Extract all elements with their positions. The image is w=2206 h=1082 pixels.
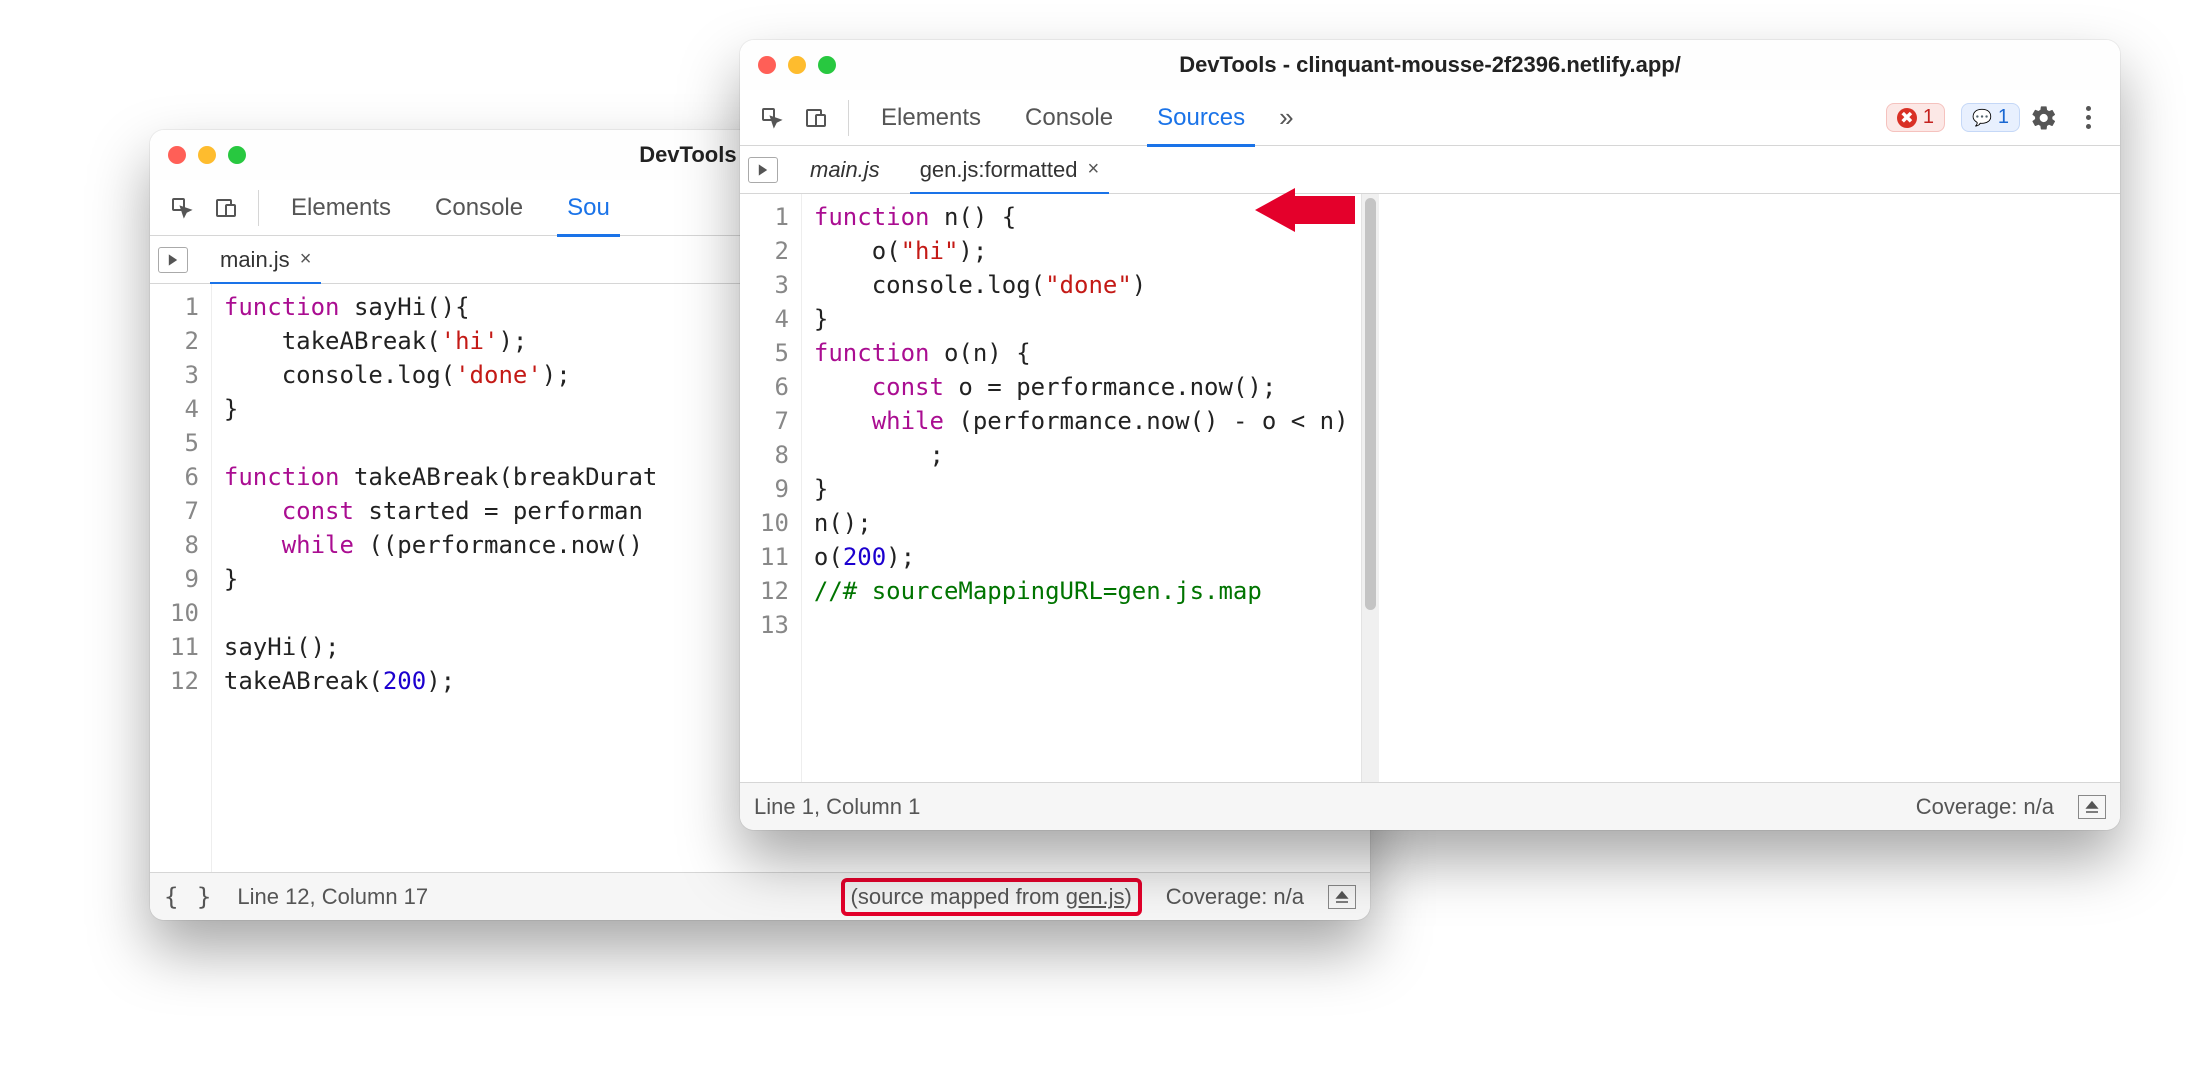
status-bar: { } Line 12, Column 17 (source mapped fr… <box>150 872 1370 920</box>
inspect-icon[interactable] <box>162 188 202 228</box>
file-tab-label: main.js <box>810 157 880 183</box>
source-map-indicator: (source mapped from gen.js) <box>841 878 1142 916</box>
traffic-lights[interactable] <box>168 146 246 164</box>
minimize-icon[interactable] <box>788 56 806 74</box>
annotation-arrow-icon <box>1250 170 1360 255</box>
close-icon[interactable]: × <box>300 248 312 271</box>
collapse-icon[interactable] <box>2078 795 2106 819</box>
zoom-icon[interactable] <box>228 146 246 164</box>
line-gutter: 1 2 3 4 5 6 7 8 9 10 11 12 <box>150 284 212 872</box>
file-tab-gen-js-formatted[interactable]: gen.js:formatted × <box>902 146 1117 194</box>
scrollbar-thumb[interactable] <box>1365 198 1376 610</box>
coverage-indicator: Coverage: n/a <box>1916 794 2054 820</box>
cursor-position: Line 12, Column 17 <box>237 884 428 910</box>
collapse-icon[interactable] <box>1328 885 1356 909</box>
minimize-icon[interactable] <box>198 146 216 164</box>
window-title: DevTools - clinquant-mousse-2f2396.netli… <box>740 52 2120 78</box>
tab-console[interactable]: Console <box>1005 90 1133 146</box>
panel-toolbar: Elements Console Sources » 1 1 <box>740 90 2120 146</box>
pretty-print-icon[interactable]: { } <box>164 883 213 911</box>
more-tabs-chevron-icon[interactable]: » <box>1269 90 1303 146</box>
vertical-scrollbar[interactable] <box>1361 194 1379 782</box>
navigator-toggle-icon[interactable] <box>158 247 188 273</box>
file-tab-main-js[interactable]: main.js × <box>202 236 329 284</box>
file-tab-main-js[interactable]: main.js <box>792 146 898 194</box>
status-bar: Line 1, Column 1 Coverage: n/a <box>740 782 2120 830</box>
issue-count-badge[interactable]: 1 <box>1961 103 2020 132</box>
error-count-badge[interactable]: 1 <box>1886 103 1945 132</box>
close-icon[interactable] <box>168 146 186 164</box>
separator <box>848 100 849 136</box>
settings-gear-icon[interactable] <box>2024 98 2064 138</box>
cursor-position: Line 1, Column 1 <box>754 794 920 820</box>
tab-elements[interactable]: Elements <box>271 180 411 236</box>
line-gutter: 1 2 3 4 5 6 7 8 9 10 11 12 13 <box>740 194 802 782</box>
file-tab-label: gen.js:formatted <box>920 157 1078 183</box>
file-tabs: main.js gen.js:formatted × <box>740 146 2120 194</box>
more-options-kebab-icon[interactable] <box>2068 98 2108 138</box>
device-toolbar-icon[interactable] <box>206 188 246 228</box>
navigator-toggle-icon[interactable] <box>748 157 778 183</box>
close-icon[interactable]: × <box>1087 158 1099 181</box>
file-tab-label: main.js <box>220 247 290 273</box>
source-map-link[interactable]: gen.js <box>1066 884 1125 909</box>
separator <box>258 190 259 226</box>
code-content[interactable]: function n() { o("hi"); console.log("don… <box>802 194 1361 782</box>
inspect-icon[interactable] <box>752 98 792 138</box>
tab-console[interactable]: Console <box>415 180 543 236</box>
devtools-window-front: DevTools - clinquant-mousse-2f2396.netli… <box>740 40 2120 830</box>
device-toolbar-icon[interactable] <box>796 98 836 138</box>
code-editor[interactable]: 1 2 3 4 5 6 7 8 9 10 11 12 13 function n… <box>740 194 2120 782</box>
code-content[interactable]: function sayHi(){ takeABreak('hi'); cons… <box>212 284 669 872</box>
tab-elements[interactable]: Elements <box>861 90 1001 146</box>
close-icon[interactable] <box>758 56 776 74</box>
tab-sources[interactable]: Sources <box>1137 90 1265 146</box>
traffic-lights[interactable] <box>758 56 836 74</box>
titlebar[interactable]: DevTools - clinquant-mousse-2f2396.netli… <box>740 40 2120 90</box>
coverage-indicator: Coverage: n/a <box>1166 884 1304 910</box>
zoom-icon[interactable] <box>818 56 836 74</box>
tab-sources[interactable]: Sou <box>547 180 630 236</box>
